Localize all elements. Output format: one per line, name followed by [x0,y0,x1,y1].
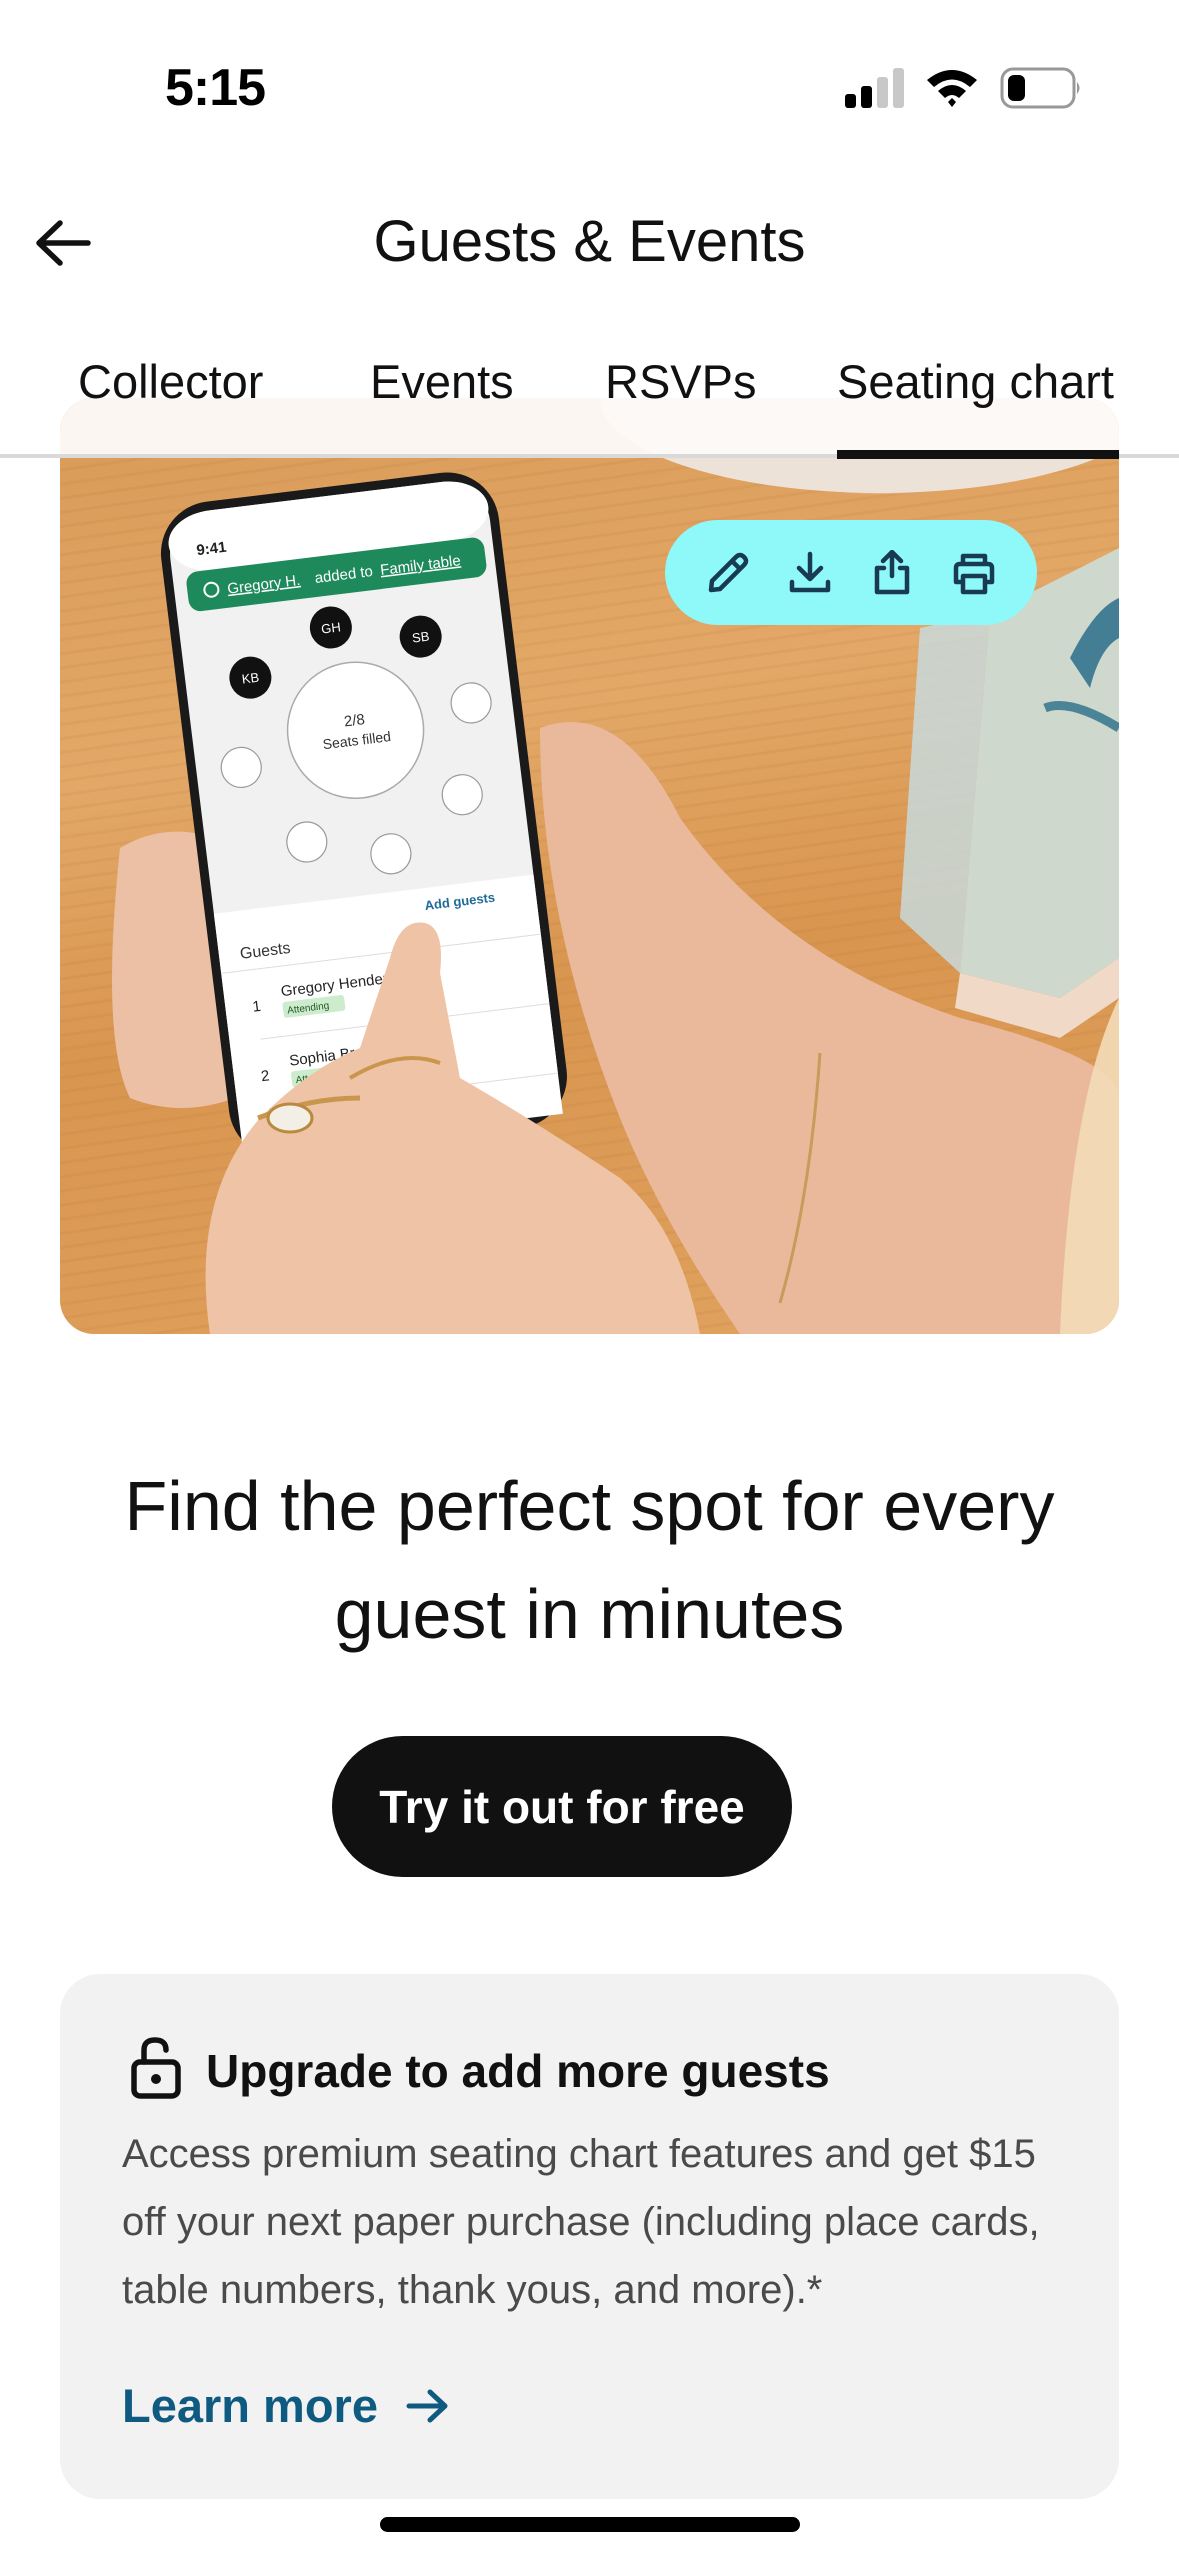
try-free-button[interactable]: Try it out for free [332,1736,792,1877]
tab-rsvps[interactable]: RSVPs [605,354,757,409]
arrow-right-icon [406,2389,448,2422]
phone-seats-count: 2/8 [343,711,366,730]
learn-more-link[interactable]: Learn more [122,2378,450,2433]
battery-icon [1000,67,1080,109]
seat-initials-1: GH [320,619,341,636]
tab-collector[interactable]: Collector [78,354,263,409]
wifi-icon [927,70,977,107]
tab-bar: Collector Events RSVPs Seating chart [0,330,1179,459]
edit-button[interactable] [698,543,758,603]
status-icons [845,67,1080,109]
upgrade-description: Access premium seating chart features an… [122,2132,1040,2312]
headline-line-1: Find the perfect spot for every [124,1467,1055,1545]
learn-more-label: Learn more [122,2379,378,2432]
signal-icon [845,68,904,108]
headline: Find the perfect spot for every guest in… [60,1452,1119,1668]
tab-events[interactable]: Events [370,354,514,409]
printer-icon [953,553,995,594]
phone-time: 9:41 [195,539,227,560]
status-time: 5:15 [165,59,266,117]
download-button[interactable] [780,543,840,603]
upgrade-card: Upgrade to add more guests Access premiu… [60,1974,1119,2499]
home-indicator[interactable] [380,2517,800,2532]
share-button[interactable] [862,543,922,603]
active-tab-indicator [837,450,1119,459]
print-button[interactable] [944,543,1004,603]
download-icon [789,551,831,592]
headline-line-2: guest in minutes [334,1575,845,1653]
unlock-icon [131,2037,181,2099]
tab-seating-chart[interactable]: Seating chart [837,354,1114,409]
page-title: Guests & Events [373,209,806,274]
share-icon [874,549,910,594]
upgrade-title: Upgrade to add more guests [206,2045,830,2097]
seating-chart-toolbar [665,520,1037,625]
seat-initials-3: KB [241,670,260,687]
pencil-icon [708,552,749,592]
seat-initials-2: SB [411,629,430,646]
